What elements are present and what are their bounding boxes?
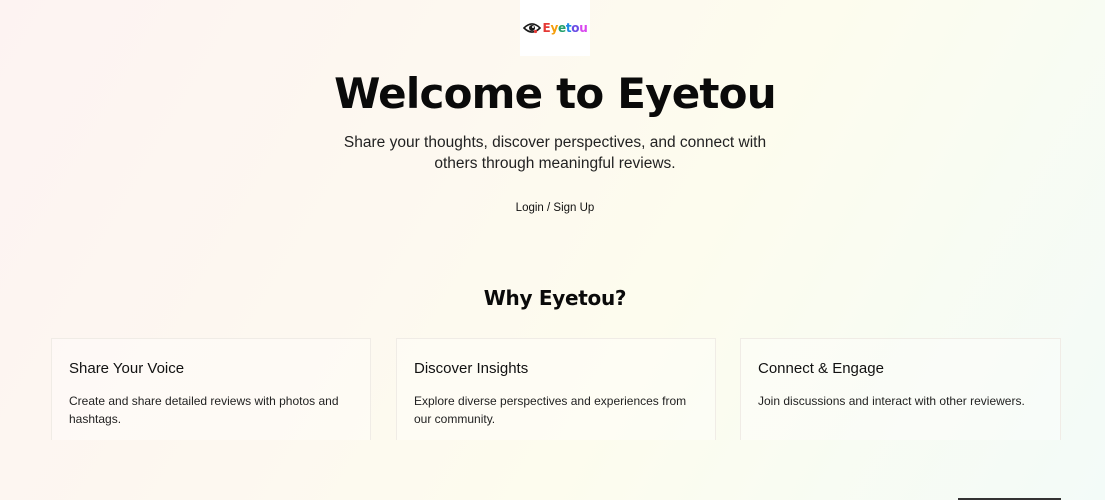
feature-card-share-your-voice: Share Your Voice Create and share detail… bbox=[51, 338, 371, 440]
feature-card-description: Create and share detailed reviews with p… bbox=[69, 394, 339, 426]
logo-text: Eyetou bbox=[543, 21, 588, 35]
features-title: Why Eyetou? bbox=[483, 286, 627, 310]
feature-card-title: Discover Insights bbox=[414, 360, 529, 377]
feature-card-title: Share Your Voice bbox=[69, 360, 185, 377]
logo[interactable]: Eyetou bbox=[520, 0, 590, 56]
login-signup-link[interactable]: Login / Sign Up bbox=[495, 200, 615, 216]
logo-letter-u: u bbox=[579, 21, 588, 35]
hero-title: Welcome to Eyetou bbox=[334, 69, 776, 118]
logo-letter-e2: e bbox=[557, 21, 566, 35]
feature-card-description: Join discussions and interact with other… bbox=[758, 394, 1025, 408]
eye-icon bbox=[522, 23, 541, 34]
feature-card-title: Connect & Engage bbox=[758, 360, 884, 377]
feature-card-connect-engage: Connect & Engage Join discussions and in… bbox=[740, 338, 1061, 440]
hero-subtitle: Share your thoughts, discover perspectiv… bbox=[343, 134, 767, 172]
logo-letter-o: o bbox=[571, 21, 580, 35]
feature-card-description: Explore diverse perspectives and experie… bbox=[414, 394, 687, 426]
logo-letter-y: y bbox=[550, 21, 558, 35]
feature-card-discover-insights: Discover Insights Explore diverse perspe… bbox=[396, 338, 716, 440]
